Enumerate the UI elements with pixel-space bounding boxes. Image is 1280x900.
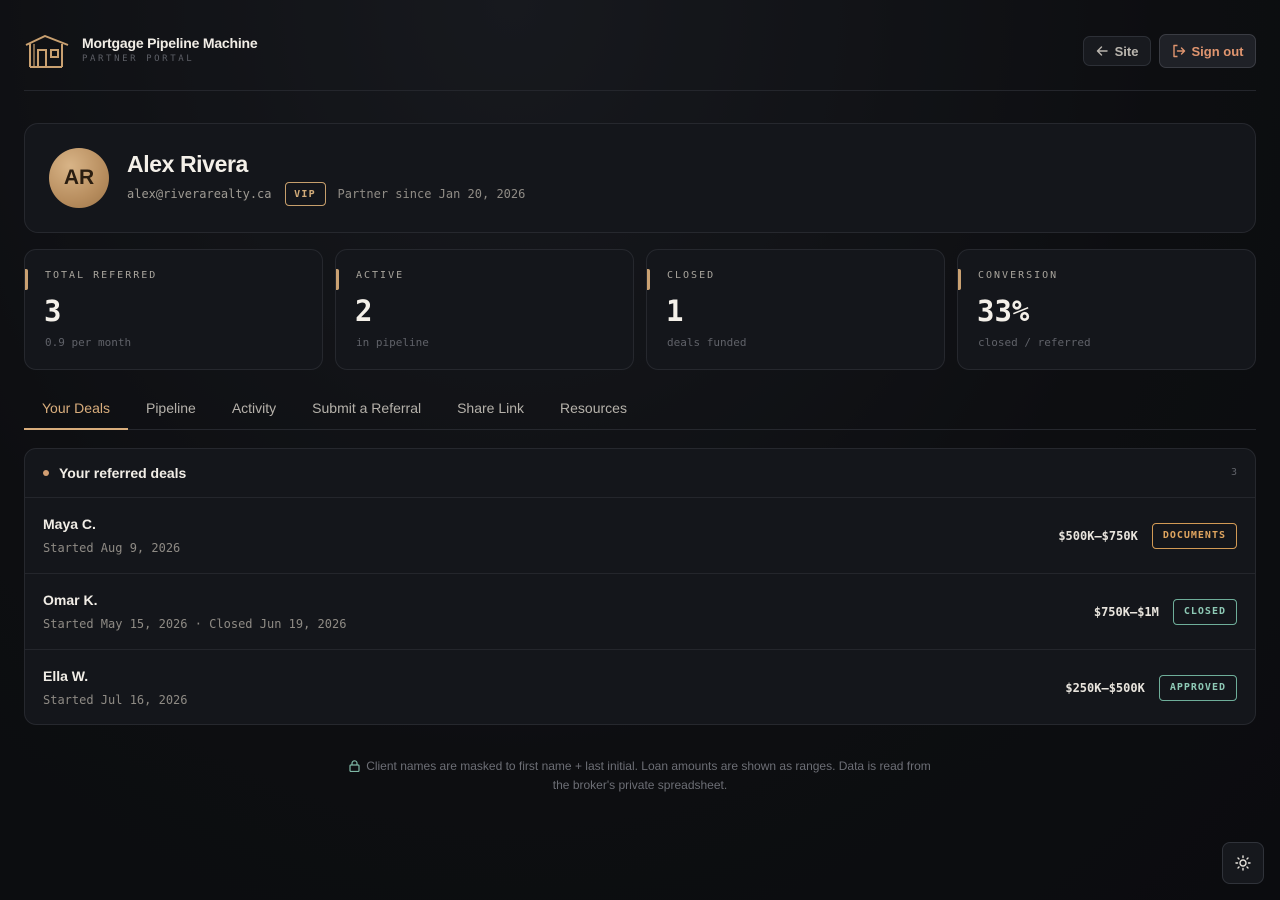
sun-icon (1235, 855, 1251, 871)
deal-client-name: Ella W. (43, 668, 89, 684)
top-header: Mortgage Pipeline Machine PARTNER PORTAL… (24, 0, 1256, 91)
stat-accent-bar (958, 269, 961, 290)
stat-card-closed: CLOSED 1 deals funded (646, 249, 945, 370)
privacy-note: Client names are masked to first name + … (340, 757, 940, 795)
tab-share-link[interactable]: Share Link (439, 386, 542, 429)
stat-accent-bar (647, 269, 650, 290)
stat-label: ACTIVE (356, 270, 405, 281)
sign-out-button-label: Sign out (1191, 43, 1244, 59)
partner-name: Alex Rivera (127, 151, 248, 177)
brand-subtitle: PARTNER PORTAL (82, 54, 195, 64)
deal-dates: Started Aug 9, 2026 (43, 541, 181, 555)
deal-row[interactable]: Omar K. Started May 15, 2026 · Closed Ju… (25, 574, 1255, 650)
partner-email: alex@riverarealty.ca (127, 187, 272, 201)
profile-card: AR Alex Rivera alex@riverarealty.ca VIP … (24, 123, 1256, 233)
status-badge: APPROVED (1158, 674, 1237, 701)
stat-card-active: ACTIVE 2 in pipeline (335, 249, 634, 370)
sign-out-button[interactable]: Sign out (1159, 34, 1256, 68)
stat-subtext: 0.9 per month (45, 336, 132, 349)
tab-pipeline[interactable]: Pipeline (128, 386, 214, 429)
tab-resources[interactable]: Resources (542, 386, 645, 429)
stat-label: TOTAL REFERRED (45, 270, 158, 281)
deal-row[interactable]: Ella W. Started Jul 16, 2026 $250K–$500K… (25, 650, 1255, 724)
profile-meta: alex@riverarealty.ca VIP Partner since J… (127, 182, 525, 206)
sign-out-icon (1172, 44, 1185, 58)
stat-label: CONVERSION (978, 270, 1059, 281)
stat-card-total-referred: TOTAL REFERRED 3 0.9 per month (24, 249, 323, 370)
theme-toggle-button[interactable] (1222, 842, 1264, 884)
deal-amount: $250K–$500K (1065, 680, 1145, 695)
deal-summary: $750K–$1M CLOSED (1094, 598, 1237, 625)
site-button-label: Site (1114, 43, 1139, 59)
lock-icon (349, 760, 360, 772)
partner-since: Partner since Jan 20, 2026 (337, 187, 526, 201)
stat-accent-bar (336, 269, 339, 290)
deal-row[interactable]: Maya C. Started Aug 9, 2026 $500K–$750K … (25, 498, 1255, 574)
tab-submit-referral[interactable]: Submit a Referral (294, 386, 439, 429)
tier-badge: VIP (284, 182, 326, 206)
stat-subtext: in pipeline (356, 336, 429, 349)
stat-subtext: closed / referred (978, 336, 1091, 349)
avatar: AR (49, 148, 109, 208)
deals-panel: Your referred deals 3 Maya C. Started Au… (24, 448, 1256, 725)
deal-client-name: Omar K. (43, 592, 98, 608)
stat-accent-bar (25, 269, 28, 290)
stat-value: 33% (977, 294, 1030, 328)
deal-amount: $750K–$1M (1093, 604, 1159, 619)
privacy-note-line2: the broker's private spreadsheet. (552, 778, 728, 792)
deal-summary: $500K–$750K DOCUMENTS (1058, 522, 1237, 549)
stat-value: 3 (44, 294, 62, 328)
deals-count: 3 (1230, 467, 1237, 478)
deal-client-name: Maya C. (43, 516, 96, 532)
deals-header: Your referred deals 3 (25, 449, 1255, 498)
tab-your-deals[interactable]: Your Deals (24, 386, 128, 430)
deal-summary: $250K–$500K APPROVED (1065, 674, 1237, 701)
tab-bar: Your Deals Pipeline Activity Submit a Re… (24, 386, 1256, 430)
stat-value: 1 (666, 294, 684, 328)
deal-amount: $500K–$750K (1058, 528, 1138, 543)
stat-value: 2 (355, 294, 373, 328)
stat-subtext: deals funded (667, 336, 747, 349)
stat-label: CLOSED (667, 270, 716, 281)
status-badge: CLOSED (1172, 598, 1237, 625)
site-button[interactable]: Site (1083, 36, 1151, 66)
deal-dates: Started May 15, 2026 · Closed Jun 19, 20… (43, 617, 347, 631)
tab-activity[interactable]: Activity (214, 386, 294, 429)
deals-title: Your referred deals (59, 465, 187, 481)
status-dot (43, 470, 49, 476)
stat-card-conversion: CONVERSION 33% closed / referred (957, 249, 1256, 370)
privacy-note-line1: Client names are masked to first name + … (366, 759, 931, 773)
deal-dates: Started Jul 16, 2026 (43, 693, 188, 707)
brand-title: Mortgage Pipeline Machine (82, 35, 258, 51)
arrow-left-icon (1096, 46, 1108, 56)
house-icon (25, 35, 69, 68)
status-badge: DOCUMENTS (1151, 522, 1237, 549)
